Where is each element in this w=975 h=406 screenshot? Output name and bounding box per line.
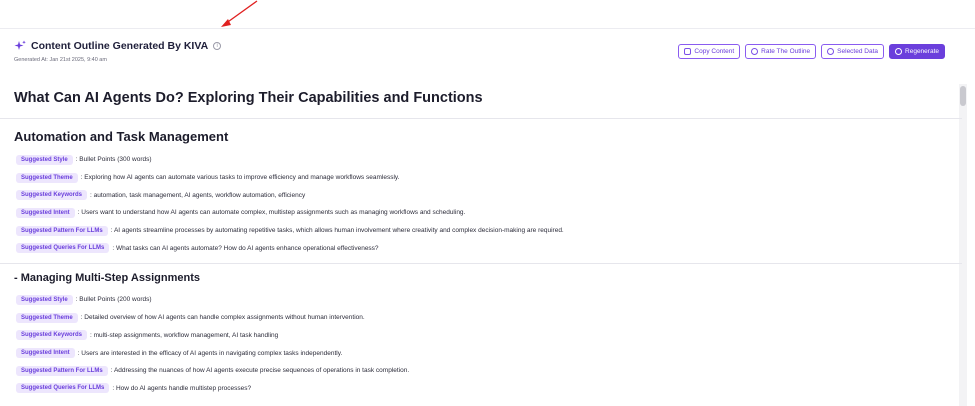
suggestion-label: Suggested Pattern For LLMs xyxy=(16,365,108,376)
outline-section: - Managing Multi-Step Assignments Sugges… xyxy=(14,272,944,397)
list-item: Suggested Intent: Users are interested i… xyxy=(14,344,944,362)
list-item: Suggested Style: Bullet Points (200 word… xyxy=(14,291,944,309)
list-item: Suggested Keywords: automation, task man… xyxy=(14,186,944,204)
suggestion-value: : Users want to understand how AI agents… xyxy=(77,209,466,217)
suggestion-label: Suggested Theme xyxy=(16,312,78,323)
rate-outline-button[interactable]: Rate The Outline xyxy=(745,44,817,59)
outline-title: Content Outline Generated By KIVA xyxy=(31,40,209,52)
rate-icon xyxy=(751,48,759,55)
list-item: Suggested Theme: Detailed overview of ho… xyxy=(14,309,944,327)
list-item: Suggested Pattern For LLMs: AI agents st… xyxy=(14,222,944,240)
copy-icon xyxy=(684,48,692,55)
suggestion-label: Suggested Style xyxy=(16,294,73,305)
copy-content-button[interactable]: Copy Content xyxy=(678,44,741,59)
scrollbar[interactable] xyxy=(959,84,967,406)
suggestion-label: Suggested Style xyxy=(16,154,73,165)
suggestion-value: : Users are interested in the efficacy o… xyxy=(77,349,343,357)
divider xyxy=(0,263,962,265)
sparkle-icon xyxy=(14,40,26,50)
suggestion-label: Suggested Intent xyxy=(16,348,75,359)
list-item: Suggested Queries For LLMs: How do AI ag… xyxy=(14,380,944,398)
suggestion-value: : multi-step assignments, workflow manag… xyxy=(90,331,279,339)
selected-data-icon xyxy=(827,48,835,55)
suggestion-value: : Bullet Points (200 words) xyxy=(75,296,152,304)
suggestion-label: Suggested Pattern For LLMs xyxy=(16,225,108,236)
suggestion-label: Suggested Queries For LLMs xyxy=(16,383,110,394)
suggestion-label: Suggested Keywords xyxy=(16,330,88,341)
suggestion-value: : automation, task management, AI agents… xyxy=(90,191,306,199)
scrollbar-thumb[interactable] xyxy=(960,86,966,106)
refresh-icon xyxy=(895,48,903,55)
list-item: Suggested Theme: Exploring how AI agents… xyxy=(14,169,944,187)
outline-header: Content Outline Generated By KIVA i Gene… xyxy=(14,40,222,63)
suggestion-value: : How do AI agents handle multistep proc… xyxy=(112,384,252,392)
suggestion-value: : Detailed overview of how AI agents can… xyxy=(80,314,365,322)
list-item: Suggested Keywords: multi-step assignmen… xyxy=(14,327,944,345)
section-title: - Managing Multi-Step Assignments xyxy=(14,272,200,285)
suggestion-value: : Addressing the nuances of how AI agent… xyxy=(110,367,410,375)
list-item: Suggested Intent: Users want to understa… xyxy=(14,204,944,222)
suggestion-value: : What tasks can AI agents automate? How… xyxy=(112,244,379,252)
info-icon[interactable]: i xyxy=(213,42,222,50)
suggestion-label: Suggested Theme xyxy=(16,172,78,183)
selected-data-button[interactable]: Selected Data xyxy=(821,44,885,59)
suggestion-value: : AI agents streamline processes by auto… xyxy=(110,227,564,235)
section-title: Automation and Task Management xyxy=(14,129,229,144)
list-item: Suggested Pattern For LLMs: Addressing t… xyxy=(14,362,944,380)
suggestion-label: Suggested Queries For LLMs xyxy=(16,243,110,254)
page-title: What Can AI Agents Do? Exploring Their C… xyxy=(14,90,483,106)
outline-content: What Can AI Agents Do? Exploring Their C… xyxy=(0,90,962,397)
divider xyxy=(0,118,962,119)
regenerate-button[interactable]: Regenerate xyxy=(889,44,945,59)
outline-section: Automation and Task Management Suggested… xyxy=(14,129,944,257)
generated-timestamp: Generated At: Jan 21st 2025, 9:40 am xyxy=(14,57,107,63)
toolbar: Copy Content Rate The Outline Selected D… xyxy=(678,44,945,59)
suggestion-label: Suggested Keywords xyxy=(16,190,88,201)
suggestion-value: : Exploring how AI agents can automate v… xyxy=(80,174,400,182)
list-item: Suggested Queries For LLMs: What tasks c… xyxy=(14,239,944,257)
list-item: Suggested Style: Bullet Points (300 word… xyxy=(14,151,944,169)
suggestion-value: : Bullet Points (300 words) xyxy=(75,156,152,164)
suggestion-label: Suggested Intent xyxy=(16,207,75,218)
